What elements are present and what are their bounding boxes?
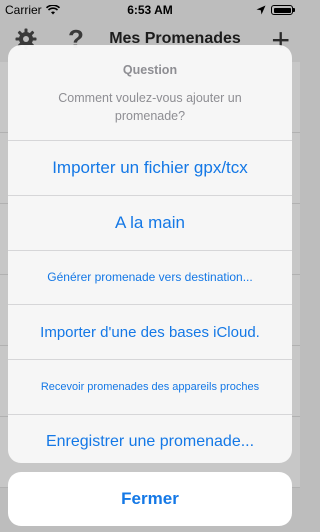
manual-entry-button[interactable]: A la main bbox=[8, 194, 292, 250]
import-gpx-tcx-button[interactable]: Importer un fichier gpx/tcx bbox=[8, 140, 292, 195]
generate-to-destination-button[interactable]: Générer promenade vers destination... bbox=[8, 249, 292, 305]
action-sheet: Question Comment voulez-vous ajouter un … bbox=[8, 45, 292, 463]
action-sheet-header: Question Comment voulez-vous ajouter un … bbox=[8, 45, 292, 140]
battery-icon bbox=[271, 5, 295, 15]
close-button[interactable]: Fermer bbox=[8, 472, 292, 526]
status-time: 6:53 AM bbox=[127, 3, 173, 17]
status-bar: Carrier 6:53 AM bbox=[0, 0, 300, 20]
receive-nearby-devices-button[interactable]: Recevoir promenades des appareils proche… bbox=[8, 359, 292, 414]
import-icloud-button[interactable]: Importer d'une des bases iCloud. bbox=[8, 304, 292, 359]
action-sheet-title: Question bbox=[122, 63, 178, 77]
record-promenade-button[interactable]: Enregistrer une promenade... bbox=[8, 413, 292, 463]
action-sheet-message: Comment voulez-vous ajouter un promenade… bbox=[58, 91, 242, 123]
